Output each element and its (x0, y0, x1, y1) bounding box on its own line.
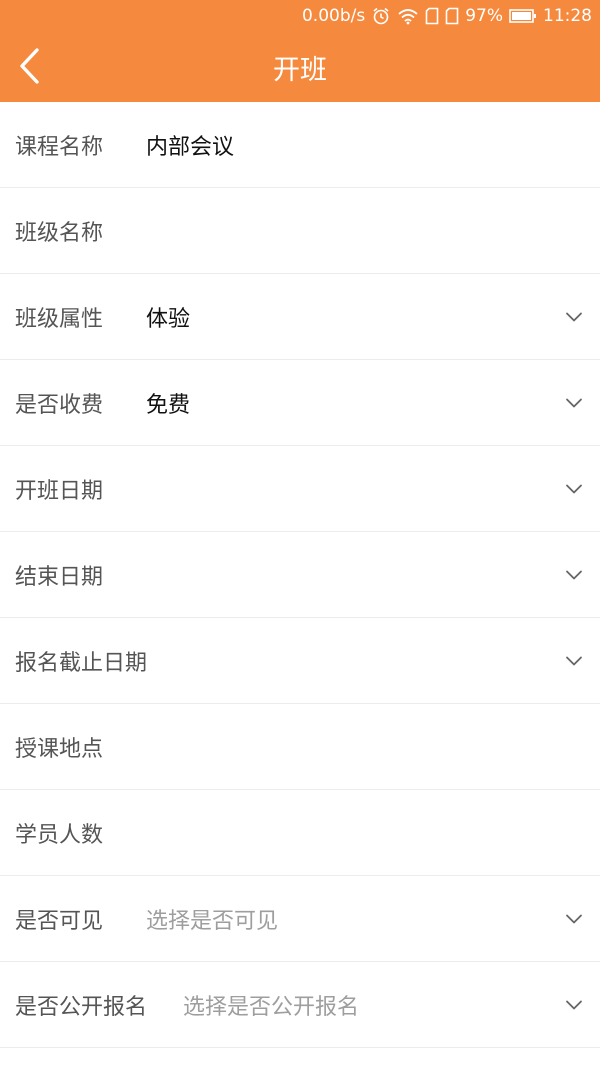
chevron-down-icon (566, 914, 582, 924)
public-signup-label: 是否公开报名 (15, 994, 148, 1020)
class-name-label: 班级名称 (15, 220, 104, 246)
clock: 11:28 (543, 6, 592, 26)
signup-deadline-label: 报名截止日期 (15, 650, 148, 676)
public-signup-placeholder: 选择是否公开报名 (183, 994, 360, 1020)
net-speed: 0.00b/s (301, 6, 366, 26)
form-row-location[interactable]: 授课地点 (0, 704, 600, 790)
student-count-label: 学员人数 (15, 822, 104, 848)
page-title: 开班 (273, 55, 327, 86)
form-row-class-attribute[interactable]: 班级属性 体验 (0, 274, 600, 360)
chevron-down-icon (566, 398, 582, 408)
status-bar: 0.00b/s 97% 11:28 (0, 0, 600, 34)
form-row-start-date[interactable]: 开班日期 (0, 446, 600, 532)
chevron-down-icon (566, 1000, 582, 1010)
class-attribute-value: 体验 (146, 306, 191, 332)
chevron-down-icon (566, 570, 582, 580)
battery-percent: 97% (465, 6, 503, 26)
chevron-down-icon (566, 656, 582, 666)
form-row-student-count[interactable]: 学员人数 (0, 790, 600, 876)
course-name-label: 课程名称 (15, 134, 104, 160)
alarm-icon (371, 6, 391, 26)
form-row-class-name[interactable]: 班级名称 (0, 188, 600, 274)
class-attribute-label: 班级属性 (15, 306, 104, 332)
sim-icon (425, 7, 439, 25)
nav-bar: 开班 (0, 34, 600, 102)
course-name-value: 内部会议 (146, 134, 235, 160)
fee-value: 免费 (146, 392, 191, 418)
form-row-visibility[interactable]: 是否可见 选择是否可见 (0, 876, 600, 962)
form-row-end-date[interactable]: 结束日期 (0, 532, 600, 618)
form-row-public-signup[interactable]: 是否公开报名 选择是否公开报名 (0, 962, 600, 1048)
visibility-placeholder: 选择是否可见 (146, 908, 279, 934)
battery-icon (509, 8, 537, 24)
form-row-course-name[interactable]: 课程名称 内部会议 (0, 102, 600, 188)
wifi-icon (397, 7, 419, 25)
sim-icon (445, 7, 459, 25)
location-label: 授课地点 (15, 736, 104, 762)
status-icons: 0.00b/s 97% 11:28 (302, 6, 592, 26)
form-row-signup-deadline[interactable]: 报名截止日期 (0, 618, 600, 704)
chevron-down-icon (566, 312, 582, 322)
fee-label: 是否收费 (15, 392, 104, 418)
chevron-down-icon (566, 484, 582, 494)
class-form: 课程名称 内部会议 班级名称 班级属性 体验 是否收费 免费 开班日期 结束日期… (0, 102, 600, 1048)
header-bar: 0.00b/s 97% 11:28 开班 (0, 0, 600, 102)
form-row-fee[interactable]: 是否收费 免费 (0, 360, 600, 446)
end-date-label: 结束日期 (15, 564, 104, 590)
visibility-label: 是否可见 (15, 908, 104, 934)
start-date-label: 开班日期 (15, 478, 104, 504)
